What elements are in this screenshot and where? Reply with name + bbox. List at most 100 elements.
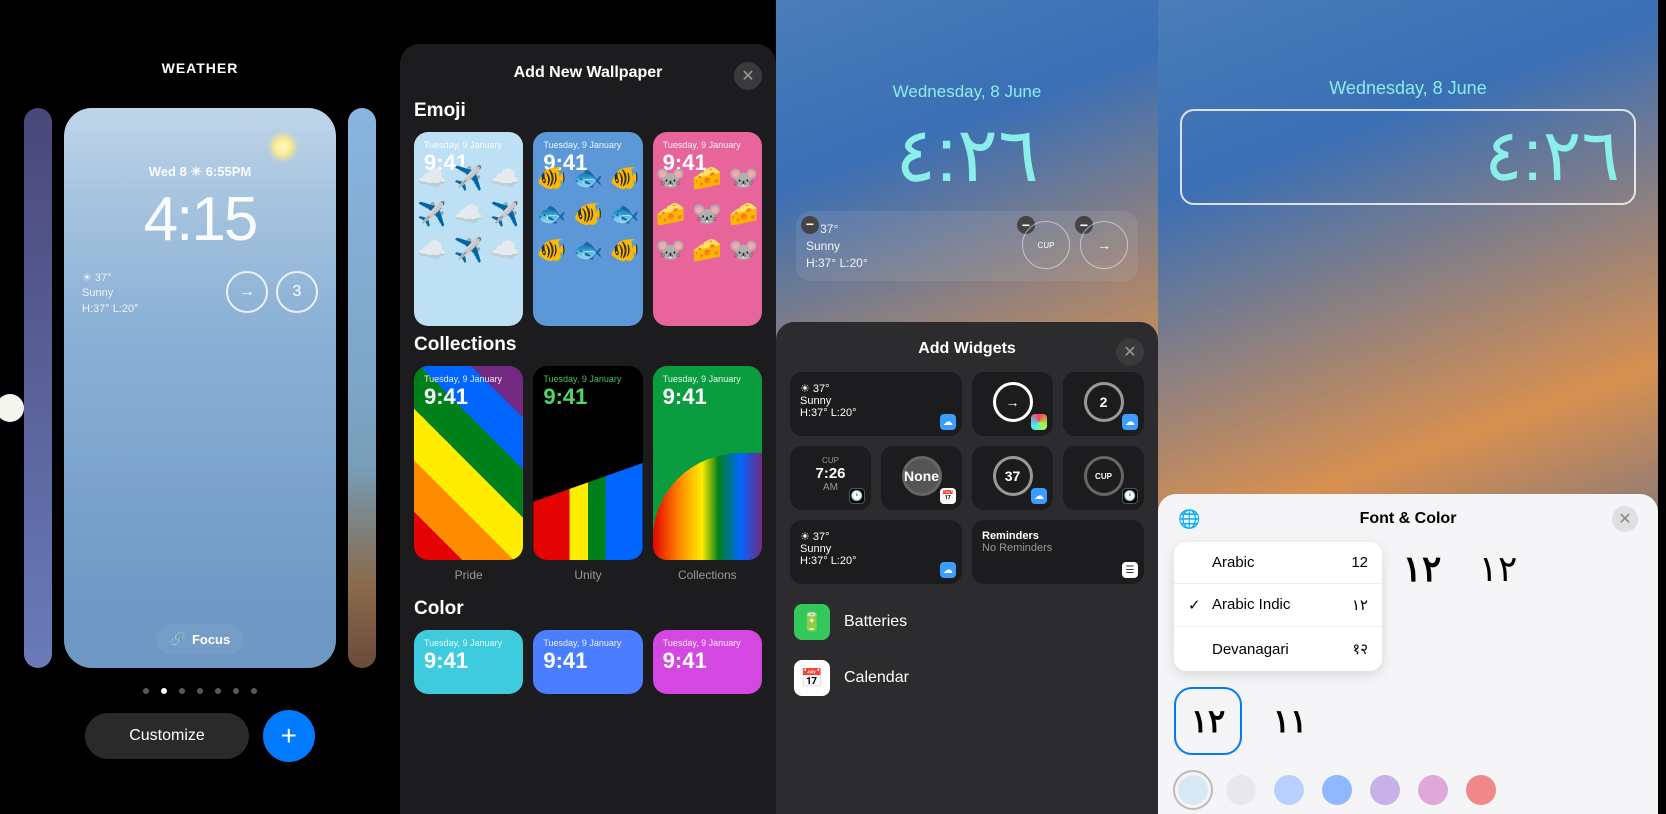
unity-thumb[interactable]: Tuesday, 9 January 9:41 <box>533 366 642 560</box>
font-swatch-selected[interactable]: ١٢ <box>1174 687 1242 755</box>
calendar-icon: 📅 <box>794 660 830 696</box>
font-swatch[interactable]: ١١ <box>1256 687 1324 755</box>
numeral-option-arabic[interactable]: Arabic 12 <box>1174 542 1382 584</box>
lock-widgets-row: ☀ 37° Sunny H:37° L:20° → 3 <box>82 271 318 317</box>
color-swatch[interactable] <box>1466 775 1496 805</box>
color-thumb-magenta[interactable]: Tuesday, 9 January 9:41 <box>653 630 762 694</box>
font-swatch-row: ١٢ ١١ <box>1174 687 1642 755</box>
weather-app-icon: ☁ <box>1031 488 1047 504</box>
sheet-title: Add New Wallpaper <box>514 64 663 82</box>
weather-widget-2[interactable]: ☀ 37° Sunny H:37° L:20° ☁ <box>790 520 962 584</box>
collections-thumb[interactable]: Tuesday, 9 January 9:41 <box>653 366 762 560</box>
color-swatch-selected[interactable] <box>1178 775 1208 805</box>
lockscreen-preview: Wednesday, 8 June <box>1158 0 1658 99</box>
font-preview-thin[interactable]: ١٢ <box>1470 548 1526 610</box>
color-swatch[interactable] <box>1418 775 1448 805</box>
lockscreen-preview: Wednesday, 8 June ٤:٢٦ <box>776 0 1158 199</box>
world-clock-widget[interactable]: CUP 🕐 <box>1063 446 1144 510</box>
page-dots <box>0 688 400 694</box>
lock-date[interactable]: Wednesday, 8 June <box>798 82 1136 102</box>
fitness-ring-icon: → <box>993 382 1033 422</box>
next-wallpaper-card[interactable] <box>348 108 376 668</box>
close-button[interactable]: ✕ <box>1116 338 1144 366</box>
calendar-app-icon: 📅 <box>940 488 956 504</box>
customize-button[interactable]: Customize <box>85 713 249 759</box>
aqi-widget[interactable]: 37 ☁ <box>972 446 1053 510</box>
weather-widget-slot[interactable]: − ☀ 37° Sunny H:37° L:20° <box>806 221 1012 271</box>
collections-section-title: Collections <box>414 334 762 356</box>
suggested-widgets-grid: ☀ 37° Sunny H:37° L:20° ☁ → 2 ☁ CUP 7:26… <box>790 372 1144 584</box>
color-swatch[interactable] <box>1322 775 1352 805</box>
font-preview-column: ١٢ ١٢ <box>1394 542 1642 610</box>
wallpaper-carousel[interactable]: Wed 8 ☀ 6:55PM 4:15 ☀ 37° Sunny H:37° L:… <box>0 108 400 668</box>
add-wallpaper-sheet: Add New Wallpaper ✕ Emoji Tuesday, 9 Jan… <box>400 44 776 814</box>
close-button[interactable]: ✕ <box>734 62 762 90</box>
remove-widget-button[interactable]: − <box>801 216 819 234</box>
focus-button[interactable]: 🔗 Focus <box>156 624 244 654</box>
calendar-app-row[interactable]: 📅 Calendar <box>790 650 1144 706</box>
wallpaper-category-title: WEATHER <box>0 60 400 76</box>
pride-thumb[interactable]: Tuesday, 9 January 9:41 <box>414 366 523 560</box>
dot <box>233 688 239 694</box>
sheet-title: Add Widgets <box>918 340 1016 358</box>
font-preview-bold[interactable]: ١٢ <box>1394 548 1450 610</box>
color-swatch[interactable] <box>1370 775 1400 805</box>
lockscreen-gallery-panel: WEATHER Wed 8 ☀ 6:55PM 4:15 ☀ 37° Sunny … <box>0 0 400 814</box>
emoji-thumb-airplane[interactable]: Tuesday, 9 January 9:41 ☁️✈️☁️✈️☁️✈️☁️✈️… <box>414 132 523 326</box>
sheet-title: Font & Color <box>1360 510 1457 528</box>
close-icon: ✕ <box>741 66 754 86</box>
clock-widget[interactable]: CUP 7:26 AM 🕐 <box>790 446 871 510</box>
color-swatch-row <box>1174 775 1642 805</box>
dot <box>251 688 257 694</box>
batteries-app-row[interactable]: 🔋 Batteries <box>790 594 1144 650</box>
wind-widget: → <box>226 271 268 313</box>
fitness-app-icon <box>1031 414 1047 430</box>
time-selection-box[interactable]: ٤:٢٦ <box>1180 109 1636 205</box>
lock-time: ٤:٢٦ <box>1196 113 1620 197</box>
collections-row: Tuesday, 9 January 9:41 Tuesday, 9 Janua… <box>414 366 762 560</box>
emoji-thumb-fish[interactable]: Tuesday, 9 January 9:41 🐠🐟🐠🐟🐠🐟🐠🐟🐠 <box>533 132 642 326</box>
close-icon: ✕ <box>1123 342 1136 362</box>
checkmark-icon: ✓ <box>1188 596 1204 614</box>
lock-time[interactable]: ٤:٢٦ <box>798 110 1136 199</box>
fitness-widget[interactable]: → <box>972 372 1053 436</box>
color-swatch[interactable] <box>1274 775 1304 805</box>
color-swatch[interactable] <box>1226 775 1256 805</box>
current-wallpaper-card[interactable]: Wed 8 ☀ 6:55PM 4:15 ☀ 37° Sunny H:37° L:… <box>64 108 336 668</box>
color-thumb-blue[interactable]: Tuesday, 9 January 9:41 <box>533 630 642 694</box>
add-wallpaper-button[interactable]: + <box>263 710 315 762</box>
add-wallpaper-panel: Add New Wallpaper ✕ Emoji Tuesday, 9 Jan… <box>400 0 776 814</box>
font-color-panel: Wednesday, 8 June ٤:٢٦ 🌐 Font & Color ✕ … <box>1158 0 1658 814</box>
add-widgets-sheet: Add Widgets ✕ ☀ 37° Sunny H:37° L:20° ☁ … <box>776 322 1158 814</box>
dot <box>197 688 203 694</box>
widget-edit-row[interactable]: − ☀ 37° Sunny H:37° L:20° − CUP − → <box>796 211 1138 281</box>
sheet-header: Add New Wallpaper ✕ <box>414 64 762 82</box>
lock-date[interactable]: Wednesday, 8 June <box>1180 78 1636 99</box>
color-thumb-cyan[interactable]: Tuesday, 9 January 9:41 <box>414 630 523 694</box>
calendar-widget[interactable]: None 📅 <box>881 446 962 510</box>
sheet-header: 🌐 Font & Color ✕ <box>1174 510 1642 528</box>
weather-widget[interactable]: ☀ 37° Sunny H:37° L:20° ☁ <box>790 372 962 436</box>
edit-widgets-panel: Wednesday, 8 June ٤:٢٦ − ☀ 37° Sunny H:3… <box>776 0 1158 814</box>
numeral-option-devanagari[interactable]: Devanagari १२ <box>1174 627 1382 671</box>
weather-app-icon: ☁ <box>1122 414 1138 430</box>
prev-wallpaper-card[interactable] <box>24 108 52 668</box>
emoji-thumb-mouse[interactable]: Tuesday, 9 January 9:41 🐭🧀🐭🧀🐭🧀🐭🧀🐭 <box>653 132 762 326</box>
globe-icon[interactable]: 🌐 <box>1178 509 1200 530</box>
clock-widget-slot[interactable]: − CUP <box>1022 221 1070 271</box>
bottom-toolbar: Customize + <box>0 710 400 762</box>
uv-widget[interactable]: 2 ☁ <box>1063 372 1144 436</box>
uv-widget: 3 <box>276 271 318 313</box>
numeral-option-arabic-indic[interactable]: ✓Arabic Indic ١٢ <box>1174 584 1382 627</box>
lock-time: 4:15 <box>82 184 318 255</box>
numeral-system-popup: Arabic 12 ✓Arabic Indic ١٢ Devanagari १२ <box>1174 542 1382 671</box>
reminders-widget[interactable]: Reminders No Reminders ☰ <box>972 520 1144 584</box>
collection-labels: Pride Unity Collections <box>414 568 762 582</box>
lock-date: Wed 8 ☀ 6:55PM <box>82 164 318 180</box>
reminders-app-icon: ☰ <box>1122 562 1138 578</box>
arrow-icon: → <box>1080 221 1128 269</box>
wind-widget-slot[interactable]: − → <box>1080 221 1128 271</box>
dot <box>215 688 221 694</box>
close-button[interactable]: ✕ <box>1612 506 1638 532</box>
weather-app-icon: ☁ <box>940 414 956 430</box>
